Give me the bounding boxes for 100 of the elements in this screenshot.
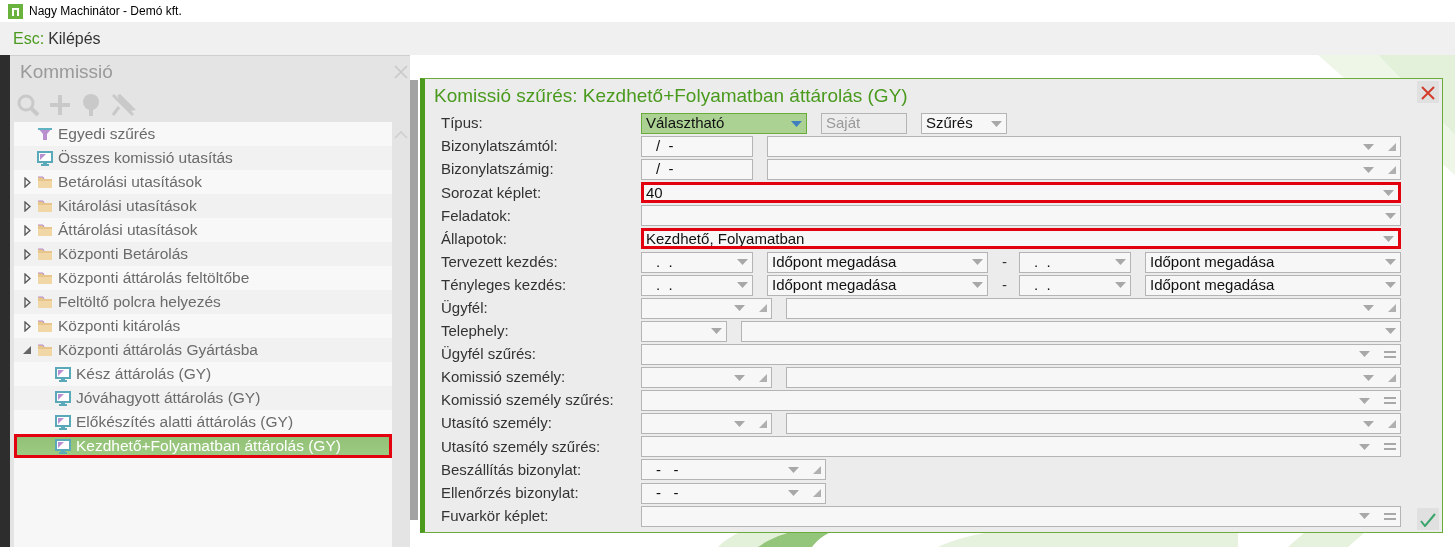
dropdown-field[interactable]: Időpont megadása (1145, 274, 1401, 296)
dropdown-field[interactable] (641, 413, 772, 435)
menu-icon (1384, 443, 1396, 451)
folder-icon (37, 247, 53, 261)
dropdown-field[interactable]: Időpont megadása (767, 274, 988, 296)
dropdown-field[interactable] (641, 367, 772, 389)
dropdown-arrow-icon (1359, 397, 1370, 404)
dropdown-arrow-icon (1385, 328, 1396, 335)
date-field[interactable]: . . (641, 251, 753, 273)
expand-arrow-icon[interactable] (23, 176, 31, 188)
expand-arrow-icon[interactable] (23, 320, 31, 332)
exit-shortcut[interactable]: Esc: Kilépés (13, 26, 101, 51)
field-label: Utasító személy szűrés: (441, 436, 602, 457)
unpin-icon[interactable] (110, 92, 136, 118)
field-label: Ügyfél szűrés: (441, 344, 538, 365)
field-label: Tényleges kezdés: (441, 274, 568, 295)
dropdown-field[interactable]: - - (641, 459, 826, 481)
folder-icon (37, 175, 53, 189)
field-label: Sorozat képlet: (441, 182, 543, 203)
dropdown-field[interactable] (641, 205, 1401, 227)
dropdown-arrow-icon (734, 305, 745, 312)
folder-icon (37, 319, 53, 333)
field-label: Komissió személy szűrés: (441, 390, 615, 411)
dropdown-arrow-icon (1359, 513, 1370, 520)
field-label: Feladatok: (441, 205, 513, 226)
resize-grip-icon (1388, 304, 1396, 313)
folder-icon (37, 223, 53, 237)
window-title: Nagy Machinátor - Demó kft. (29, 3, 182, 20)
dropdown-arrow-icon (991, 120, 1002, 127)
dropdown-field[interactable] (641, 297, 772, 319)
resize-grip-icon (1388, 373, 1396, 382)
expand-arrow-icon[interactable] (23, 296, 31, 308)
expand-arrow-icon[interactable] (23, 200, 31, 212)
dropdown-arrow-icon (788, 466, 799, 473)
input-field[interactable]: / - (641, 136, 753, 158)
tree-item[interactable]: Összes komissió utasítás (14, 146, 392, 170)
readonly-field: Saját (821, 113, 907, 134)
dropdown-field[interactable] (641, 505, 1401, 527)
field-label: Tervezett kezdés: (441, 251, 559, 272)
dropdown-field[interactable]: - - (641, 482, 826, 504)
menu-icon (1384, 512, 1396, 520)
mode-dropdown[interactable]: Szűrés (921, 113, 1007, 134)
dropdown-field[interactable] (741, 320, 1401, 342)
dropdown-field[interactable] (641, 436, 1401, 458)
dropdown-field[interactable] (641, 343, 1401, 365)
dropdown-field[interactable]: Időpont megadása (1145, 251, 1401, 273)
add-icon[interactable] (48, 93, 72, 117)
dropdown-field[interactable] (767, 136, 1401, 158)
tree-item[interactable]: Központi áttárolás Gyártásba (14, 338, 392, 362)
date-field[interactable]: . . (1019, 251, 1131, 273)
dropdown-arrow-icon (1383, 189, 1394, 196)
dropdown-field[interactable]: 40 (641, 182, 1401, 204)
confirm-button[interactable] (1417, 508, 1439, 530)
panel-title: Kommissió (20, 59, 113, 84)
dropdown-arrow-icon (1363, 143, 1374, 150)
dropdown-field[interactable] (786, 297, 1401, 319)
type-dropdown[interactable]: Választható (641, 113, 807, 134)
resize-grip-icon (759, 419, 767, 428)
dropdown-field[interactable]: Időpont megadása (767, 251, 988, 273)
dropdown-field[interactable] (786, 367, 1401, 389)
date-field[interactable]: . . (641, 274, 753, 296)
tree-item[interactable]: Központi Betárolás (14, 242, 392, 266)
tree-item[interactable]: Feltöltő polcra helyezés (14, 290, 392, 314)
search-icon[interactable] (16, 93, 42, 117)
dropdown-arrow-icon (711, 328, 722, 335)
dropdown-field[interactable]: Kezdhető, Folyamatban (641, 228, 1401, 250)
dropdown-field[interactable] (786, 413, 1401, 435)
dropdown-field[interactable] (641, 390, 1401, 412)
dropdown-arrow-icon (737, 282, 748, 289)
expand-arrow-icon[interactable] (23, 224, 31, 236)
field-label: Komissió személy: (441, 367, 567, 388)
field-label: Bizonylatszámig: (441, 159, 555, 180)
tree-item[interactable]: Jóváhagyott áttárolás (GY) (14, 386, 392, 410)
collapse-arrow-icon[interactable] (23, 346, 31, 354)
dropdown-arrow-icon (1363, 305, 1374, 312)
scrollbar[interactable] (410, 80, 418, 520)
field-label: Ügyfél: (441, 298, 489, 318)
field-label: Bizonylatszámtól: (441, 136, 559, 157)
monitor-icon (55, 390, 71, 406)
range-dash: - (1002, 274, 1005, 295)
date-field[interactable]: . . (1019, 274, 1131, 296)
dropdown-arrow-icon (1363, 166, 1374, 173)
monitor-icon (37, 150, 53, 166)
tree-item[interactable]: Kitárolási utasítások (14, 194, 392, 218)
dropdown-arrow-icon (734, 374, 745, 381)
dropdown-field[interactable] (641, 320, 727, 342)
dropdown-field[interactable] (767, 159, 1401, 181)
field-label: Beszállítás bizonylat: (441, 459, 583, 480)
input-field[interactable]: / - (641, 159, 753, 181)
expand-arrow-icon[interactable] (23, 272, 31, 284)
close-button[interactable] (1417, 81, 1439, 103)
app-logo-icon (8, 3, 23, 19)
expand-arrow-icon[interactable] (23, 248, 31, 260)
field-label: Telephely: (441, 321, 510, 342)
close-icon (1421, 86, 1435, 101)
close-icon[interactable] (394, 65, 408, 79)
resize-grip-icon (813, 465, 821, 474)
dropdown-arrow-icon (1385, 259, 1396, 266)
menu-icon (1384, 397, 1396, 405)
monitor-icon (55, 438, 71, 454)
